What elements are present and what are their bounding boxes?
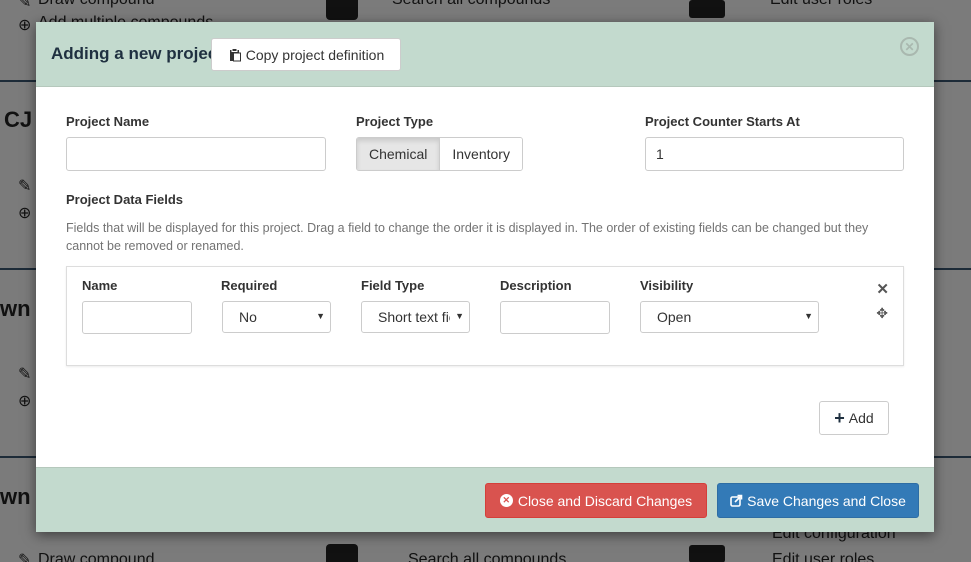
close-discard-button[interactable]: ✕ Close and Discard Changes (485, 483, 707, 518)
copy-project-definition-button[interactable]: Copy project definition (211, 38, 401, 71)
bg-link-draw-compound: Draw compound (38, 0, 155, 9)
pencil-icon: ✎ (18, 366, 32, 383)
field-name-column-label: Name (82, 278, 118, 293)
data-fields-help-text: Fields that will be displayed for this p… (66, 221, 869, 253)
pencil-icon: ✎ (18, 0, 32, 11)
discard-button-label: Close and Discard Changes (517, 492, 693, 509)
bg-link-search-all: Search all compounds (392, 0, 550, 9)
pencil-icon: ✎ (18, 178, 32, 195)
save-button-label: Save Changes and Close (747, 492, 906, 509)
project-type-toggle: Chemical Inventory (356, 137, 523, 171)
project-type-label: Project Type (356, 114, 434, 129)
search-icon (326, 0, 358, 20)
add-field-button[interactable]: + Add (819, 401, 889, 435)
move-icon[interactable]: ✥ (876, 305, 888, 322)
plus-circle-icon: ⊕ (18, 393, 32, 410)
bg-heading: wn (0, 296, 31, 321)
new-project-modal: Adding a new project Copy project defini… (36, 22, 934, 532)
counter-label: Project Counter Starts At (645, 114, 800, 129)
chevron-down-icon: ▼ (316, 311, 325, 321)
field-type-value: Short text field (378, 309, 450, 325)
project-type-inventory-button[interactable]: Inventory (440, 138, 522, 170)
modal-footer: ✕ Close and Discard Changes Save Changes… (36, 467, 934, 532)
add-button-label: Add (848, 410, 874, 426)
project-type-chemical-button[interactable]: Chemical (357, 138, 441, 170)
bg-link-search-all: Search all compounds (408, 551, 567, 562)
chevron-down-icon: ▼ (455, 311, 464, 321)
bg-link-edit-roles: Edit user roles (770, 0, 872, 9)
share-icon (730, 494, 743, 507)
copy-button-label: Copy project definition (245, 46, 385, 63)
field-name-input[interactable] (82, 301, 192, 334)
modal-title: Adding a new project (51, 44, 223, 63)
field-required-select[interactable]: No ▼ (222, 301, 331, 333)
field-visibility-select[interactable]: Open ▼ (640, 301, 819, 333)
remove-icon[interactable]: ✕ (876, 280, 889, 298)
bg-link-edit-roles: Edit user roles (772, 551, 875, 562)
counter-start-input[interactable]: 1 (645, 137, 904, 171)
camera-icon (326, 544, 358, 562)
field-description-input[interactable] (500, 301, 610, 334)
bg-heading: wn (0, 484, 31, 509)
data-field-row[interactable]: Name Required Field Type Description Vis… (66, 266, 904, 366)
project-name-input[interactable] (66, 137, 326, 171)
bg-heading: CJ (4, 107, 33, 132)
field-required-column-label: Required (221, 278, 278, 293)
drive-icon (689, 0, 725, 18)
plus-circle-icon: ⊕ (18, 17, 32, 34)
save-close-button[interactable]: Save Changes and Close (717, 483, 919, 518)
chevron-down-icon: ▼ (804, 311, 813, 321)
field-visibility-column-label: Visibility (640, 278, 694, 293)
plus-icon: + (834, 408, 845, 428)
drive-icon (689, 545, 725, 562)
field-visibility-value: Open (657, 309, 692, 325)
field-type-select[interactable]: Short text field ▼ (361, 301, 470, 333)
pencil-icon: ✎ (18, 552, 32, 562)
field-type-column-label: Field Type (361, 278, 425, 293)
project-name-label: Project Name (66, 114, 150, 129)
data-fields-label: Project Data Fields (66, 192, 184, 207)
field-required-value: No (239, 309, 257, 325)
modal-header: Adding a new project Copy project defini… (36, 22, 934, 87)
bg-link-draw-compound: Draw compound (38, 551, 155, 562)
field-description-column-label: Description (500, 278, 572, 293)
plus-circle-icon: ⊕ (18, 205, 32, 222)
close-circle-icon[interactable]: ✕ (900, 37, 919, 56)
circle-x-icon: ✕ (499, 494, 513, 507)
clipboard-icon (229, 47, 241, 61)
